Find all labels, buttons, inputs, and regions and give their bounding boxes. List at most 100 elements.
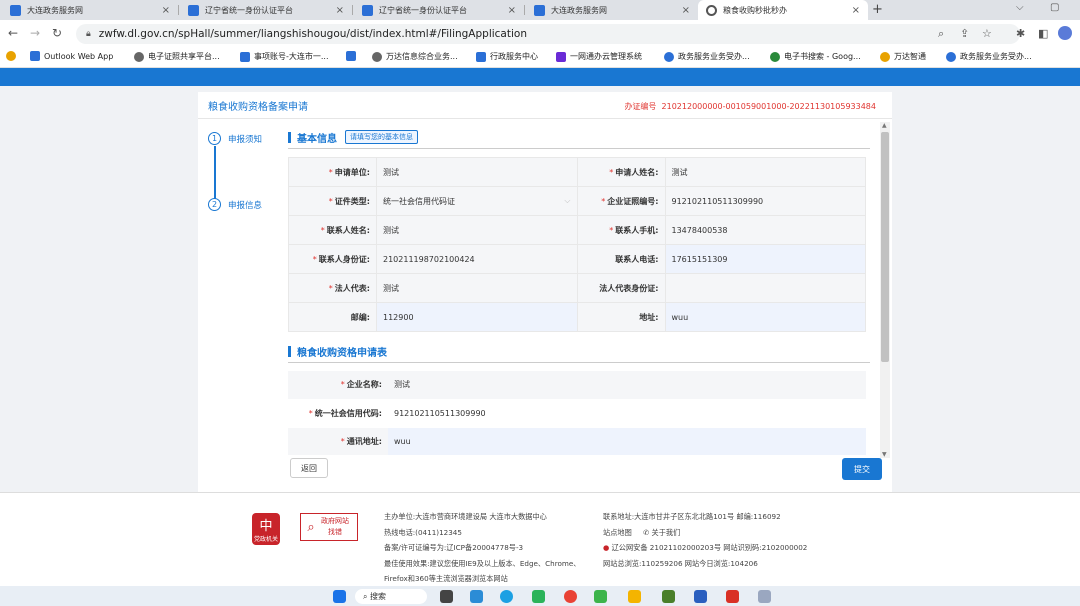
contact-field[interactable]: 测试: [376, 215, 578, 245]
application-code: 办证编号 210212000000-001059001000-202211301…: [624, 102, 876, 111]
close-tab-icon[interactable]: ×: [162, 5, 170, 16]
sidepanel-icon[interactable]: ◧: [1038, 27, 1048, 40]
avatar[interactable]: [1058, 26, 1072, 40]
basic-info-table: * 申请单位: 测试 * 申请人姓名: 测试 * 证件类型: 统一社会信用代码证 ⌵ *…: [288, 157, 866, 332]
bookmarks-bar: Outlook Web App 电子证照共享平台... 事项账号-大连市一...…: [0, 48, 1080, 68]
bookmark-item[interactable]: 事项账号-大连市一...: [240, 51, 329, 62]
police-badge-icon: ●: [603, 543, 610, 553]
site-favicon-icon: [10, 4, 21, 16]
back-button[interactable]: 返回: [290, 458, 328, 478]
step-list: 1 申报须知 2 申报信息: [198, 120, 278, 460]
applicant-field[interactable]: 测试: [664, 157, 866, 187]
mail-address-field[interactable]: wuu: [388, 427, 866, 456]
taskbar-search[interactable]: ⌕ 搜索: [355, 589, 427, 604]
license-field[interactable]: 912102110511309990: [664, 186, 866, 216]
browser-tab[interactable]: 大连政务服务网 ×: [2, 0, 178, 20]
tab-title: 粮食收购秒批秒办: [723, 5, 787, 15]
footer-info-right: 联系地址:大连市甘井子区东北北路101号 邮编:116092 站点地图 ✆ 关于…: [603, 512, 808, 568]
app-icon[interactable]: [662, 590, 675, 603]
zip-field[interactable]: 112900: [376, 302, 578, 332]
forward-arrow-icon[interactable]: →: [30, 26, 40, 40]
bookmark-item[interactable]: 政务服务业务受办...: [664, 51, 750, 62]
header-strip: [0, 68, 1080, 86]
app-icon[interactable]: [470, 590, 483, 603]
chevron-down-icon[interactable]: ⌵: [1016, 2, 1024, 13]
browser-tab[interactable]: 辽宁省统一身份认证平台 ×: [354, 0, 524, 20]
tab-title: 大连政务服务网: [27, 5, 83, 15]
bookmark-item[interactable]: 政务服务业务受办...: [946, 51, 1032, 62]
bookmark-item[interactable]: 电子书搜索 - Goog...: [770, 51, 861, 62]
section-grain-form: 粮食收购资格申请表: [288, 342, 870, 360]
sitemap-link[interactable]: 站点地图: [603, 528, 632, 537]
party-gov-logo[interactable]: 中 党政机关: [252, 513, 280, 545]
chevron-down-icon: ⌵: [564, 195, 571, 205]
globe-icon: [706, 4, 717, 16]
browser-tab[interactable]: 大连政务服务网 ×: [526, 0, 698, 20]
os-taskbar: ⌕ 搜索: [0, 586, 1080, 606]
close-tab-icon[interactable]: ×: [508, 5, 516, 16]
reload-icon[interactable]: ↻: [52, 26, 62, 40]
hint-badge: 请填写您的基本信息: [345, 130, 418, 144]
close-tab-icon[interactable]: ×: [336, 5, 344, 16]
step-info[interactable]: 2 申报信息: [208, 198, 262, 211]
idtype-select[interactable]: 统一社会信用代码证 ⌵: [376, 186, 578, 216]
submit-button[interactable]: 提交: [842, 458, 882, 480]
bookmark-item[interactable]: [346, 51, 360, 61]
zoom-icon[interactable]: ⌕: [938, 27, 944, 41]
bookmark-star-icon[interactable]: ☆: [982, 27, 992, 40]
browser-tab-active[interactable]: 粮食收购秒批秒办 ×: [698, 0, 868, 20]
address-field[interactable]: wuu: [664, 302, 866, 332]
chrome-icon[interactable]: [564, 590, 577, 603]
form-scrollbar[interactable]: ▲ ▼: [880, 122, 890, 458]
about-link[interactable]: 关于我们: [652, 528, 681, 537]
phone-icon: ✆: [643, 527, 650, 537]
address-bar: ← → ↻ 🔒︎ zwfw.dl.gov.cn/spHall/summer/li…: [0, 20, 1080, 48]
unit-field[interactable]: 测试: [376, 157, 578, 187]
taskview-icon[interactable]: [440, 590, 453, 603]
wechat-icon[interactable]: [594, 590, 607, 603]
site-footer: 中 党政机关 ⌕ 政府网站 找错 主办单位:大连市营商环境建设局 大连市大数据中心…: [0, 492, 1080, 586]
browser-tab-bar: 大连政务服务网 × 辽宁省统一身份认证平台 × 辽宁省统一身份认证平台 × 大连…: [0, 0, 1080, 20]
step-notice[interactable]: 1 申报须知: [208, 132, 262, 145]
page-body: 粮食收购资格备案申请 办证编号 210212000000-00105900100…: [0, 68, 1080, 492]
gov-site-error-logo[interactable]: ⌕ 政府网站 找错: [300, 513, 358, 541]
app-icon[interactable]: [694, 590, 707, 603]
section-basic-info: 基本信息 请填写您的基本信息: [288, 128, 870, 146]
search-icon: ⌕: [363, 591, 368, 601]
bookmark-item[interactable]: [6, 51, 20, 61]
new-tab-icon[interactable]: +: [872, 2, 883, 17]
start-icon[interactable]: [333, 590, 346, 603]
app-icon[interactable]: [758, 590, 771, 603]
tab-title: 辽宁省统一身份认证平台: [205, 5, 293, 15]
bookmark-item[interactable]: 行政服务中心: [476, 51, 538, 62]
bookmark-item[interactable]: Outlook Web App: [30, 51, 113, 61]
credit-code-field[interactable]: 912102110511309990: [388, 399, 866, 428]
browser-tab[interactable]: 辽宁省统一身份认证平台 ×: [180, 0, 352, 20]
phone-field[interactable]: 17615151309: [664, 244, 866, 274]
bookmark-item[interactable]: 一网通办云管理系统: [556, 51, 642, 62]
legal-field[interactable]: 测试: [376, 273, 578, 303]
mobile-field[interactable]: 13478400538: [664, 215, 866, 245]
shield-favicon-icon: [362, 4, 373, 16]
wps-icon[interactable]: [726, 590, 739, 603]
edge-icon[interactable]: [500, 590, 513, 603]
form-content: 基本信息 请填写您的基本信息 * 申请单位: 测试 * 申请人姓名: 测试 * 证件类…: [288, 128, 870, 464]
app-icon[interactable]: [532, 590, 545, 603]
bookmark-item[interactable]: 电子证照共享平台...: [134, 51, 220, 62]
share-icon[interactable]: ⇪: [960, 27, 969, 40]
close-tab-icon[interactable]: ×: [682, 5, 690, 16]
close-tab-icon[interactable]: ×: [852, 5, 860, 16]
idcard-field[interactable]: 210211198702100424: [376, 244, 578, 274]
back-arrow-icon[interactable]: ←: [8, 26, 18, 40]
scrollbar-thumb[interactable]: [881, 132, 889, 362]
bookmark-item[interactable]: 万达信息综合业务...: [372, 51, 458, 62]
company-field[interactable]: 测试: [388, 371, 866, 400]
url-field[interactable]: 🔒︎ zwfw.dl.gov.cn/spHall/summer/liangshi…: [76, 24, 1020, 44]
folder-icon[interactable]: [628, 590, 641, 603]
legal-id-field[interactable]: [664, 273, 866, 303]
shield-favicon-icon: [188, 4, 199, 16]
extensions-icon[interactable]: ✱: [1016, 27, 1025, 40]
restore-window-icon[interactable]: ▢: [1050, 2, 1059, 13]
bookmark-item[interactable]: 万达智通: [880, 51, 926, 62]
footer-info-left: 主办单位:大连市营商环境建设局 大连市大数据中心 热线电话:(0411)1234…: [384, 512, 581, 584]
